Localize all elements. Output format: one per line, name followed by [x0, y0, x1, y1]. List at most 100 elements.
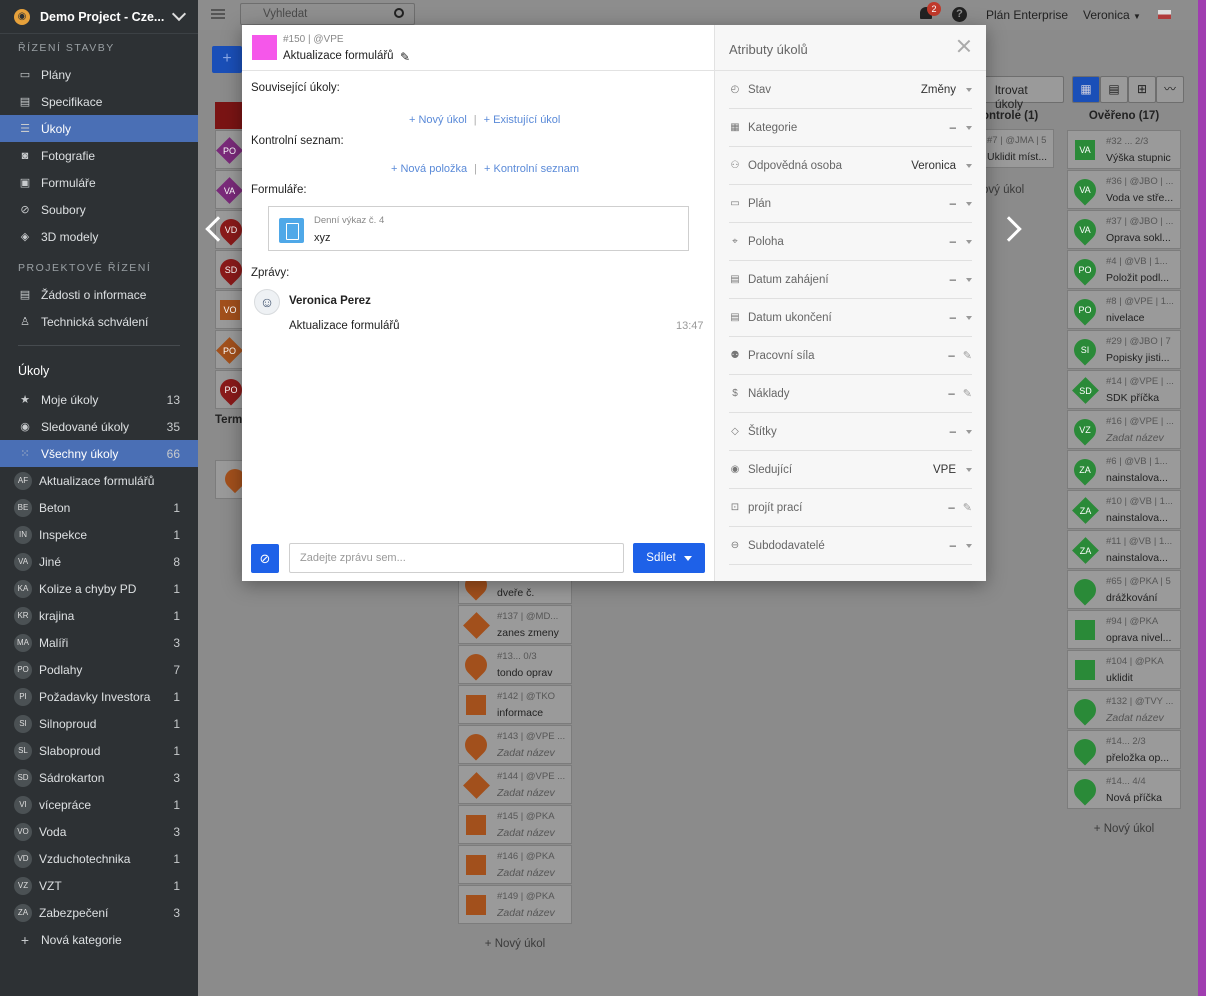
category-item-kolize-a-chyby-pd[interactable]: KA Kolize a chyby PD 1: [0, 575, 198, 602]
filter-tasks-button[interactable]: ltrovat úkoly: [984, 76, 1064, 111]
attribute-odpovedna-osoba[interactable]: ⚇ Odpovědná osoba Veronica: [729, 147, 972, 185]
attribute-datum-zahajeni[interactable]: ▤ Datum zahájení –: [729, 261, 972, 299]
task-card[interactable]: PO: [215, 370, 247, 409]
share-button[interactable]: Sdílet: [633, 543, 705, 573]
task-card[interactable]: #13... 0/3 tondo oprav: [458, 645, 572, 684]
card-partial[interactable]: [215, 460, 250, 499]
caret-down-icon[interactable]: [966, 87, 972, 92]
plan-link[interactable]: Plán Enterprise: [986, 8, 1068, 22]
attribute-stav[interactable]: ◴ Stav Změny: [729, 71, 972, 109]
task-card[interactable]: SI #29 | @JBO | 7 Popisky jisti...: [1067, 330, 1181, 369]
category-item-sadrokarton[interactable]: SD Sádrokarton 3: [0, 764, 198, 791]
caret-down-icon[interactable]: [966, 429, 972, 434]
new-task-link[interactable]: + Nový úkol: [409, 114, 467, 126]
category-item-aktualizace-formularu[interactable]: AF Aktualizace formulářů: [0, 467, 198, 494]
task-card[interactable]: #149 | @PKA Zadat název: [458, 885, 572, 924]
attribute-plan[interactable]: ▭ Plán –: [729, 185, 972, 223]
task-card[interactable]: SD: [215, 250, 247, 289]
add-task-button[interactable]: +: [212, 46, 242, 73]
task-card[interactable]: #132 | @TVY ... Zadat název: [1067, 690, 1181, 729]
control-add-task[interactable]: ový úkol: [982, 184, 1024, 196]
task-card[interactable]: #146 | @PKA Zadat název: [458, 845, 572, 884]
task-card[interactable]: VA #36 | @JBO | ... Voda ve stře...: [1067, 170, 1181, 209]
close-icon[interactable]: [957, 39, 971, 53]
task-card[interactable]: ZA #11 | @VB | 1... nainstalova...: [1067, 530, 1181, 569]
caret-down-icon[interactable]: [966, 125, 972, 130]
edit-pencil-icon[interactable]: ✎: [963, 387, 972, 400]
gantt-view-icon[interactable]: ⊞: [1128, 76, 1156, 103]
new-category-button[interactable]: + Nová kategorie: [0, 926, 198, 953]
task-card[interactable]: PO: [215, 130, 245, 169]
category-item-krajina[interactable]: KR krajina 1: [0, 602, 198, 629]
caret-down-icon[interactable]: [966, 277, 972, 282]
category-item-maliri[interactable]: MA Malíři 3: [0, 629, 198, 656]
task-card[interactable]: #145 | @PKA Zadat název: [458, 805, 572, 844]
task-card[interactable]: #142 | @TKO informace: [458, 685, 572, 724]
category-item-vzduchotechnika[interactable]: VD Vzduchotechnika 1: [0, 845, 198, 872]
task-card[interactable]: #137 | @MD... zanes zmeny: [458, 605, 572, 644]
category-item-zabezpeceni[interactable]: ZA Zabezpečení 3: [0, 899, 198, 926]
task-card[interactable]: #143 | @VPE ... Zadat název: [458, 725, 572, 764]
checklist-link[interactable]: + Kontrolní seznam: [484, 163, 579, 175]
category-item-beton[interactable]: BE Beton 1: [0, 494, 198, 521]
caret-down-icon[interactable]: [966, 467, 972, 472]
attach-paperclip-icon[interactable]: ⊘: [251, 544, 279, 573]
task-card[interactable]: VZ #16 | @VPE | ... Zadat název: [1067, 410, 1181, 449]
sidebar-item-zadosti-o-informace[interactable]: ▤ Žádosti o informace: [0, 281, 198, 308]
existing-task-link[interactable]: + Existující úkol: [484, 114, 561, 126]
task-card[interactable]: PO #8 | @VPE | 1... nivelace: [1067, 290, 1181, 329]
grid-view-icon[interactable]: ▦: [1072, 76, 1100, 103]
category-item-vzt[interactable]: VZ VZT 1: [0, 872, 198, 899]
attribute-poloha[interactable]: ⌖ Poloha –: [729, 223, 972, 261]
calendar-view-icon[interactable]: ▤: [1100, 76, 1128, 103]
task-card[interactable]: #144 | @VPE ... Zadat název: [458, 765, 572, 804]
sidebar-item-moje-ukoly[interactable]: ★ Moje úkoly 13: [0, 386, 198, 413]
caret-down-icon[interactable]: [966, 239, 972, 244]
task-card[interactable]: #14... 2/3 přeložka op...: [1067, 730, 1181, 769]
caret-down-icon[interactable]: [966, 201, 972, 206]
new-item-link[interactable]: + Nová položka: [391, 163, 467, 175]
edit-pencil-icon[interactable]: ✎: [963, 349, 972, 362]
task-color-swatch[interactable]: [252, 35, 277, 60]
sidebar-item-fotografie[interactable]: ◙ Fotografie: [0, 142, 198, 169]
task-title[interactable]: Aktualizace formulářů: [283, 50, 394, 62]
hamburger-menu-icon[interactable]: [211, 9, 225, 19]
sidebar-item-specifikace[interactable]: ▤ Specifikace: [0, 88, 198, 115]
sidebar-item-ukoly[interactable]: ☰ Úkoly: [0, 115, 198, 142]
category-item-voda[interactable]: VO Voda 3: [0, 818, 198, 845]
sidebar-item-technicka-schvaleni[interactable]: ♙ Technická schválení: [0, 308, 198, 335]
task-card[interactable]: ZA #6 | @VB | 1... nainstalova...: [1067, 450, 1181, 489]
sidebar-item-plany[interactable]: ▭ Plány: [0, 61, 198, 88]
attribute-pracovni-sila[interactable]: ⚉ Pracovní síla – ✎: [729, 337, 972, 375]
attribute-stitky[interactable]: ◇ Štítky –: [729, 413, 972, 451]
edit-pencil-icon[interactable]: ✎: [963, 501, 972, 514]
project-selector[interactable]: ◉ Demo Project - Cze...: [0, 0, 198, 34]
caret-down-icon[interactable]: [966, 543, 972, 548]
task-card[interactable]: SD #14 | @VPE | ... SDK příčka: [1067, 370, 1181, 409]
caret-down-icon[interactable]: [966, 315, 972, 320]
category-item-jine[interactable]: VA Jiné 8: [0, 548, 198, 575]
sidebar-item-3d-modely[interactable]: ◈ 3D modely: [0, 223, 198, 250]
middle-add-task[interactable]: + Nový úkol: [458, 938, 572, 950]
task-card[interactable]: #14... 4/4 Nová příčka: [1067, 770, 1181, 809]
task-card[interactable]: VA #37 | @JBO | ... Oprava sokl...: [1067, 210, 1181, 249]
task-card[interactable]: #104 | @PKA uklidit: [1067, 650, 1181, 689]
task-card[interactable]: VA #32 ... 2/3 Výška stupnic: [1067, 130, 1181, 169]
sidebar-item-formulare[interactable]: ▣ Formuláře: [0, 169, 198, 196]
attribute-sledujici[interactable]: ◉ Sledující VPE: [729, 451, 972, 489]
category-item-viceprace[interactable]: VI vícepráce 1: [0, 791, 198, 818]
attribute-datum-ukonceni[interactable]: ▤ Datum ukončení –: [729, 299, 972, 337]
category-item-podlahy[interactable]: PO Podlahy 7: [0, 656, 198, 683]
task-card[interactable]: VA: [215, 170, 245, 209]
attribute-projit-praci[interactable]: ⊡ projít prací – ✎: [729, 489, 972, 527]
verified-add-task[interactable]: + Nový úkol: [1067, 823, 1181, 835]
task-card[interactable]: ZA #10 | @VB | 1... nainstalova...: [1067, 490, 1181, 529]
search-input[interactable]: Vyhledat: [240, 3, 415, 25]
category-item-silnoproud[interactable]: SI Silnoproud 1: [0, 710, 198, 737]
task-card[interactable]: #65 | @PKA | 5 drážkování: [1067, 570, 1181, 609]
sidebar-item-soubory[interactable]: ⊘ Soubory: [0, 196, 198, 223]
chart-view-icon[interactable]: 〰: [1156, 76, 1184, 103]
control-card[interactable]: #7 | @JMA | 5 Uklidit míst...: [982, 129, 1054, 168]
sidebar-item-sledovane-ukoly[interactable]: ◉ Sledované úkoly 35: [0, 413, 198, 440]
sidebar-item-vsechny-ukoly[interactable]: ⁙ Všechny úkoly 66: [0, 440, 198, 467]
